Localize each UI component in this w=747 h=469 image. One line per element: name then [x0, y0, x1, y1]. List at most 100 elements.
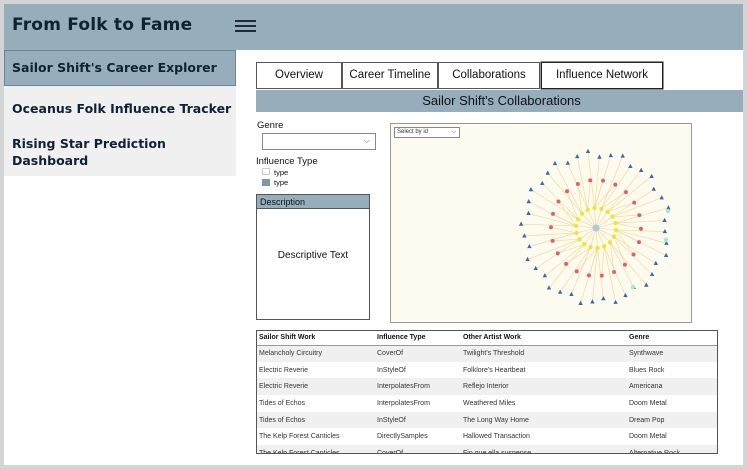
network-edge [597, 247, 604, 299]
network-node-blue[interactable] [659, 195, 664, 200]
network-node-red[interactable] [555, 251, 560, 256]
network-node-red[interactable] [565, 189, 570, 194]
network-node-yellow[interactable] [579, 211, 585, 216]
network-edge [594, 184, 616, 209]
network-node-red[interactable] [564, 261, 569, 266]
table-cell: Blues Rock [627, 361, 717, 379]
network-node-red[interactable] [574, 269, 579, 274]
network-node-red[interactable] [623, 190, 628, 195]
network-node-blue[interactable] [601, 295, 606, 301]
network-node-blue[interactable] [620, 153, 625, 158]
table-row[interactable]: Melancholy Circuitry CoverOf Twilight's Th… [257, 345, 717, 362]
network-node-blue[interactable] [628, 163, 633, 169]
network-node-blue[interactable] [662, 217, 667, 223]
network-node-red[interactable] [638, 226, 643, 231]
network-node-yellow[interactable] [613, 220, 618, 226]
table-cell: Twilight's Threshold [461, 345, 627, 362]
table-row[interactable]: The Kelp Forest Canticles CoverOf Fin que … [257, 445, 717, 453]
network-node-yellow[interactable] [582, 242, 587, 247]
network-node-yellow[interactable] [574, 230, 579, 236]
network-node-blue[interactable] [533, 265, 538, 271]
network-node-yellow[interactable] [592, 205, 597, 211]
network-node-red[interactable] [550, 238, 555, 243]
table-row[interactable]: Electric Reverie InterpolatesFrom Reflejo … [257, 378, 717, 396]
table-row[interactable]: The Kelp Forest Canticles DirectlySamples… [257, 428, 717, 446]
network-node-blue[interactable] [569, 291, 574, 296]
sidebar-item-career-explorer[interactable]: Sailor Shift's Career Explorer [4, 50, 236, 86]
network-node-blue[interactable] [526, 199, 531, 204]
network-node-blue[interactable] [613, 299, 618, 304]
tab-career-timeline[interactable]: Career Timeline [342, 62, 438, 89]
network-node-red[interactable] [586, 273, 591, 278]
network-canvas[interactable] [391, 124, 691, 322]
network-node-blue[interactable] [528, 187, 534, 192]
network-node-red[interactable] [588, 178, 593, 183]
network-node-red[interactable] [599, 273, 604, 278]
tab-influence-network[interactable]: Influence Network [541, 62, 663, 89]
network-node-blue[interactable] [608, 152, 614, 158]
network-node-teal[interactable] [630, 284, 636, 290]
network-node-yellow[interactable] [610, 214, 615, 219]
network-node-red[interactable] [575, 182, 580, 187]
network-node-yellow[interactable] [573, 223, 579, 229]
network-node-yellow[interactable] [585, 207, 590, 212]
sidebar-item-rising-star-dashboard[interactable]: Rising Star Prediction Dashboard [12, 135, 192, 169]
tab-overview[interactable]: Overview [256, 62, 342, 89]
network-node-teal[interactable] [663, 237, 669, 243]
network-node-blue[interactable] [590, 299, 595, 304]
collaborations-table[interactable]: Sailor Shift Work Influence Type Other A… [256, 330, 718, 454]
genre-select[interactable]: ⌵ [262, 133, 376, 150]
network-node-red[interactable] [549, 225, 554, 230]
network-node-yellow[interactable] [602, 244, 607, 249]
table-row[interactable]: Tides of Echos InterpolatesFrom Weathered … [257, 395, 717, 412]
network-node-blue[interactable] [540, 180, 545, 186]
network-node-blue[interactable] [623, 292, 628, 298]
tab-collaborations[interactable]: Collaborations [438, 62, 540, 89]
network-node-blue[interactable] [526, 210, 531, 216]
network-node-blue[interactable] [585, 148, 591, 154]
network-node-red[interactable] [613, 182, 618, 187]
network-node-yellow[interactable] [599, 206, 604, 211]
network-node-blue[interactable] [597, 154, 602, 159]
network-node-red[interactable] [612, 269, 617, 274]
influence-network-graph[interactable]: Select by id ⌵ [390, 123, 692, 323]
network-node-blue[interactable] [565, 160, 570, 165]
network-node-blue[interactable] [542, 273, 548, 278]
network-node-yellow[interactable] [595, 245, 600, 251]
hamburger-menu-icon[interactable] [235, 19, 256, 34]
table-cell: The Kelp Forest Canticles [257, 428, 375, 446]
network-node-red[interactable] [556, 199, 561, 204]
network-node-yellow[interactable] [588, 245, 593, 250]
table-row[interactable]: Electric Reverie InStyleOf Folklore's Hear… [257, 361, 717, 379]
network-node-blue[interactable] [653, 260, 659, 265]
network-node-blue[interactable] [662, 228, 668, 234]
network-node-blue[interactable] [649, 173, 654, 178]
network-node-teal[interactable] [665, 208, 671, 214]
table-row[interactable]: Tides of Echos InStyleOf The Long Way Home… [257, 411, 717, 429]
network-node-blue[interactable] [578, 300, 583, 305]
network-node-yellow[interactable] [577, 237, 582, 242]
sidebar-item-influence-tracker[interactable]: Oceanus Folk Influence Tracker [12, 100, 231, 117]
network-node-blue[interactable] [522, 233, 527, 238]
network-node-red[interactable] [637, 213, 642, 218]
network-node-blue[interactable] [552, 160, 558, 166]
network-node-blue[interactable] [651, 186, 656, 191]
network-node-yellow[interactable] [613, 227, 619, 233]
network-node-red[interactable] [622, 262, 627, 267]
network-node-red[interactable] [636, 240, 641, 245]
network-node-yellow[interactable] [611, 234, 617, 239]
network-node-blue[interactable] [575, 153, 580, 159]
network-node-blue[interactable] [545, 170, 550, 175]
network-node-blue[interactable] [518, 221, 524, 226]
network-node-blue[interactable] [649, 271, 655, 277]
table-cell: Tides of Echos [257, 395, 375, 412]
network-node-red[interactable] [631, 252, 636, 257]
network-node-red[interactable] [632, 200, 637, 205]
network-node-red[interactable] [551, 211, 556, 216]
network-node-red[interactable] [601, 178, 606, 183]
network-node-yellow[interactable] [575, 217, 581, 222]
network-node-yellow[interactable] [605, 209, 610, 214]
network-node-yellow[interactable] [607, 240, 613, 245]
network-node-blue[interactable] [638, 167, 644, 172]
network-node-center[interactable] [592, 224, 600, 232]
